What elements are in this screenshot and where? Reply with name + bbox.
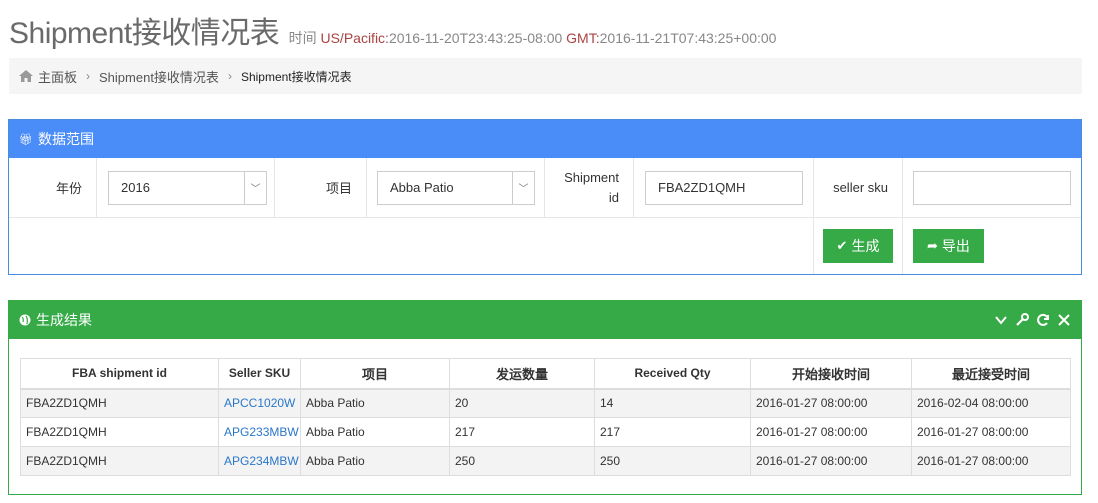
seller-sku-label: seller sku: [814, 158, 903, 217]
column-header[interactable]: Seller SKU: [218, 358, 301, 390]
cell-project: Abba Patio: [300, 417, 450, 447]
timezone-pacific-label: US/Pacific:: [320, 30, 389, 46]
column-header[interactable]: Received Qty: [594, 358, 751, 390]
cell-received-qty: 250: [594, 446, 751, 476]
cell-shipment-id: FBA2ZD1QMH: [20, 388, 219, 418]
project-label: 项目: [275, 158, 367, 217]
column-header[interactable]: 开始接收时间: [750, 358, 912, 390]
column-header[interactable]: 项目: [300, 358, 450, 390]
result-panel: 生成结果 FBA shipment id Seller SKU 项目 发运数量 …: [8, 300, 1082, 495]
timezone-gmt-time: 2016-11-21T07:43:25+00:00: [599, 30, 777, 46]
cell-received-qty: 217: [594, 417, 751, 447]
cell-start-time: 2016-01-27 08:00:00: [750, 446, 912, 476]
cell-seller-sku-link[interactable]: APCC1020W: [218, 388, 301, 418]
export-button-label: 导出: [941, 238, 970, 254]
filter-panel-title: 数据范围: [37, 131, 94, 147]
timezone-gmt-label: GMT:: [566, 30, 600, 46]
project-select[interactable]: Abba Patio ﹀: [377, 170, 535, 205]
page-header: Shipment接收情况表 时间 US/Pacific:2016-11-20T2…: [9, 8, 776, 52]
result-panel-title: 生成结果: [36, 312, 92, 328]
cell-received-qty: 14: [594, 388, 751, 418]
year-select[interactable]: 2016 ﹀: [108, 170, 267, 205]
cell-seller-sku-link[interactable]: APG234MBW: [218, 446, 301, 476]
seller-sku-input[interactable]: [913, 170, 1071, 205]
shipment-id-label-line1: Shipment: [564, 169, 619, 185]
page-subtitle: 时间 US/Pacific:2016-11-20T23:43:25-08:00 …: [289, 30, 777, 46]
timezone-pacific-time: 2016-11-20T23:43:25-08:00: [388, 30, 563, 46]
breadcrumb-item-dashboard[interactable]: 主面板: [38, 67, 77, 86]
column-header[interactable]: 最近接受时间: [911, 358, 1071, 390]
table-header-row: FBA shipment id Seller SKU 项目 发运数量 Recei…: [20, 358, 1071, 390]
table-row: FBA2ZD1QMH APCC1020W Abba Patio 20 14 20…: [20, 388, 1071, 418]
cell-shipped-qty: 20: [449, 388, 595, 418]
generate-button-label: 生成: [851, 238, 880, 254]
generate-button[interactable]: ✔ 生成: [822, 229, 894, 263]
year-select-cell: 2016 ﹀: [97, 158, 275, 217]
cell-latest-time: 2016-02-04 08:00:00: [911, 388, 1071, 418]
cell-shipped-qty: 217: [449, 417, 595, 447]
cell-shipped-qty: 250: [449, 446, 595, 476]
breadcrumb-item-report[interactable]: Shipment接收情况表: [99, 67, 219, 86]
cell-seller-sku-link[interactable]: APG233MBW: [218, 417, 301, 447]
filter-panel-header: 🎁︎ 数据范围: [9, 120, 1081, 158]
time-label: 时间: [288, 30, 317, 46]
shipment-id-cell: FBA2ZD1QMH: [634, 158, 814, 217]
gift-icon: 🎁︎: [19, 133, 33, 146]
export-button[interactable]: ➦ 导出: [913, 229, 984, 263]
cell-latest-time: 2016-01-27 08:00:00: [911, 446, 1071, 476]
year-label: 年份: [9, 158, 97, 217]
result-panel-header: 生成结果: [9, 301, 1081, 339]
close-icon[interactable]: [1057, 313, 1071, 327]
table-row: FBA2ZD1QMH APG234MBW Abba Patio 250 250 …: [20, 446, 1071, 476]
export-cell: ➦ 导出: [903, 218, 1081, 274]
cell-start-time: 2016-01-27 08:00:00: [750, 388, 912, 418]
cell-project: Abba Patio: [300, 446, 450, 476]
breadcrumb-separator-icon: ›: [86, 69, 91, 83]
cell-shipment-id: FBA2ZD1QMH: [20, 417, 219, 447]
chevron-down-icon[interactable]: [994, 313, 1008, 327]
chevron-down-icon: ﹀: [512, 171, 534, 204]
seller-sku-cell: [903, 158, 1081, 217]
button-row-spacer: [9, 218, 814, 274]
shipment-id-label-line2: id: [608, 189, 619, 205]
table-row: FBA2ZD1QMH APG233MBW Abba Patio 217 217 …: [20, 417, 1071, 447]
filter-button-row: ✔ 生成 ➦ 导出: [9, 218, 1081, 274]
generate-cell: ✔ 生成: [814, 218, 903, 274]
breadcrumb-separator-icon: ›: [227, 69, 232, 83]
filter-form-row: 年份 2016 ﹀ 项目 Abba Patio ﹀ Shipment id FB…: [9, 158, 1081, 218]
chevron-down-icon: ﹀: [244, 171, 266, 204]
globe-icon: [19, 314, 31, 326]
cell-project: Abba Patio: [300, 388, 450, 418]
shipment-id-value: FBA2ZD1QMH: [658, 180, 746, 195]
breadcrumb: 主面板 › Shipment接收情况表 › Shipment接收情况表: [9, 58, 1082, 94]
refresh-icon[interactable]: [1036, 313, 1050, 327]
shipment-id-input[interactable]: FBA2ZD1QMH: [645, 170, 803, 205]
cell-latest-time: 2016-01-27 08:00:00: [911, 417, 1071, 447]
home-icon: [19, 70, 33, 82]
share-icon: ➦: [927, 238, 938, 253]
column-header[interactable]: 发运数量: [449, 358, 595, 390]
filter-panel: 🎁︎ 数据范围 年份 2016 ﹀ 项目 Abba Patio ﹀ Shipme…: [8, 119, 1082, 275]
year-select-value: 2016: [121, 180, 150, 195]
panel-tools: [994, 313, 1071, 327]
wrench-icon[interactable]: [1015, 313, 1029, 327]
cell-start-time: 2016-01-27 08:00:00: [750, 417, 912, 447]
breadcrumb-item-current: Shipment接收情况表: [240, 69, 352, 84]
page-title: Shipment接收情况表: [9, 17, 280, 50]
project-select-value: Abba Patio: [390, 180, 454, 195]
project-select-cell: Abba Patio ﹀: [367, 158, 545, 217]
column-header[interactable]: FBA shipment id: [20, 358, 219, 390]
results-table: FBA shipment id Seller SKU 项目 发运数量 Recei…: [20, 358, 1071, 476]
shipment-id-label: Shipment id: [545, 158, 634, 217]
cell-shipment-id: FBA2ZD1QMH: [20, 446, 219, 476]
check-icon: ✔: [836, 238, 848, 253]
